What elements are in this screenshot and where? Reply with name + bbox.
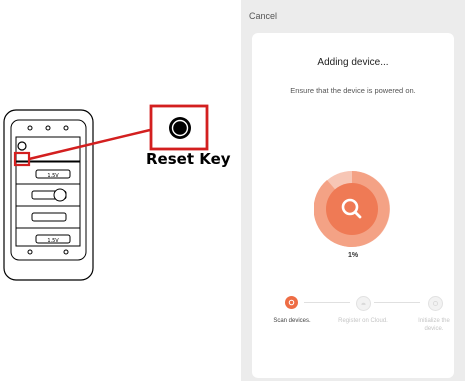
page-subtitle: Ensure that the device is powered on. bbox=[290, 86, 416, 95]
device-illustration: 1.5V 1.5V bbox=[3, 104, 209, 281]
search-progress-ring bbox=[313, 171, 390, 247]
step-scan-icon bbox=[285, 296, 298, 309]
steps-connector-1 bbox=[304, 302, 350, 303]
progress-ring-svg bbox=[313, 171, 390, 247]
step-label-scan: Scan devices. bbox=[273, 318, 311, 324]
step-label-initialize: Initialize the device. bbox=[418, 318, 450, 332]
step-label-register: Register on Cloud. bbox=[338, 318, 388, 324]
keypad-label-1: 1.5V bbox=[47, 173, 59, 179]
step-initialize-icon bbox=[428, 296, 443, 311]
keypad-label-2: 1.5V bbox=[47, 238, 59, 244]
reset-key-caption: Reset Key bbox=[146, 150, 231, 168]
phone-screen: Cancel Adding device... Ensure that the … bbox=[241, 0, 465, 381]
steps-connector-2 bbox=[374, 302, 420, 303]
cancel-button[interactable]: Cancel bbox=[249, 11, 277, 21]
page-title: Adding device... bbox=[317, 57, 389, 68]
step-register-icon bbox=[356, 296, 371, 311]
progress-percent: 1% bbox=[347, 252, 359, 259]
adding-device-card: Adding device... Ensure that the device … bbox=[252, 33, 454, 378]
